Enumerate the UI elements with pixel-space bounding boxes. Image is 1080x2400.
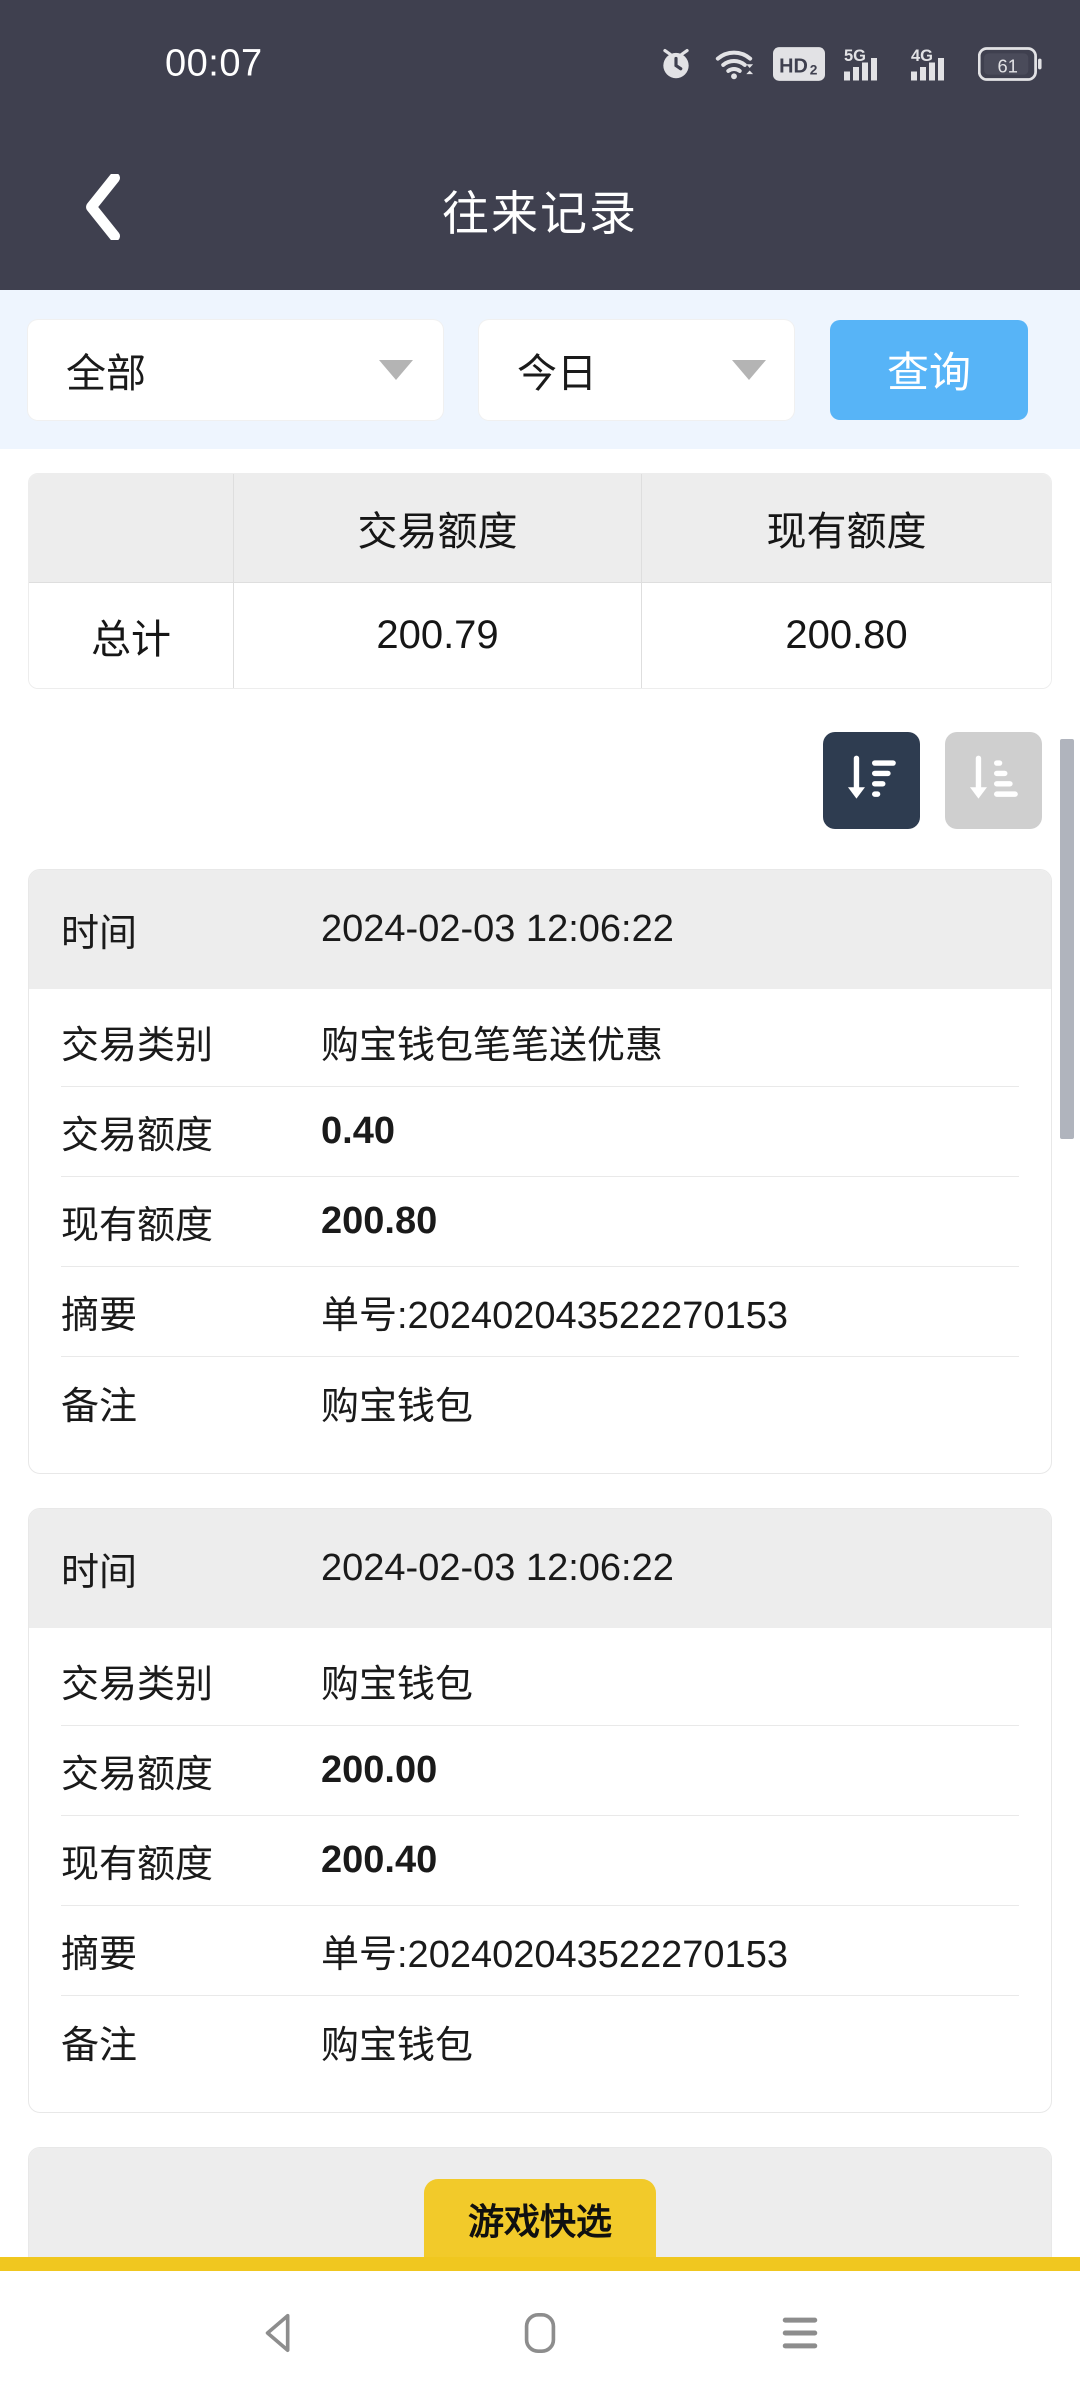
alarm-icon xyxy=(657,45,695,83)
summary-total-trade-amount: 200.79 xyxy=(234,582,642,688)
record-current-amount-value: 200.80 xyxy=(321,1200,438,1242)
wifi-icon xyxy=(714,45,754,83)
summary-total-current-amount: 200.80 xyxy=(642,582,1051,688)
sort-toolbar xyxy=(0,689,1080,829)
summary-header-trade-amount: 交易额度 xyxy=(234,474,642,582)
record-card[interactable]: 时间 2024-02-03 12:06:22 交易类别 购宝钱包 交易额度 20… xyxy=(28,1508,1052,2113)
record-trade-amount-value: 0.40 xyxy=(321,1110,395,1152)
record-remark-label: 备注 xyxy=(61,2024,138,2067)
status-bar-clock: 00:07 xyxy=(165,42,263,85)
filter-bar: 全部 今日 查询 xyxy=(0,290,1080,449)
battery-level-text: 61 xyxy=(998,55,1018,76)
record-trade-amount-label: 交易额度 xyxy=(61,1115,214,1157)
record-summary-row: 摘要 单号:202402043522270153 xyxy=(61,1267,1019,1357)
record-remark-row: 备注 购宝钱包 xyxy=(61,1996,1019,2086)
record-time-row: 时间 2024-02-03 12:06:22 xyxy=(29,1509,1051,1628)
record-time-value: 2024-02-03 12:06:22 xyxy=(321,908,674,950)
record-current-amount-value: 200.40 xyxy=(321,1839,438,1881)
page-title: 往来记录 xyxy=(442,186,638,240)
date-range-select[interactable]: 今日 xyxy=(479,319,794,420)
record-summary-row: 摘要 单号:202402043522270153 xyxy=(61,1906,1019,1996)
record-body: 交易类别 购宝钱包 交易额度 200.00 现有额度 200.40 摘要 单号:… xyxy=(29,1628,1051,2112)
nav-home-icon xyxy=(520,2310,560,2361)
nav-recents-icon xyxy=(777,2313,823,2358)
caret-down-icon xyxy=(732,359,766,380)
record-category-value: 购宝钱包 xyxy=(321,1664,474,1706)
record-remark-label: 备注 xyxy=(61,1385,138,1428)
record-current-amount-label: 现有额度 xyxy=(61,1844,214,1886)
back-button[interactable] xyxy=(68,172,138,245)
transaction-type-select[interactable]: 全部 xyxy=(28,319,443,420)
nav-back-icon xyxy=(257,2310,303,2361)
nav-back-button[interactable] xyxy=(225,2281,335,2391)
nav-home-button[interactable] xyxy=(485,2281,595,2391)
record-category-row: 交易类别 购宝钱包笔笔送优惠 xyxy=(61,997,1019,1087)
record-list: 时间 2024-02-03 12:06:22 交易类别 购宝钱包笔笔送优惠 交易… xyxy=(0,829,1080,2268)
sort-descending-button[interactable] xyxy=(823,732,920,829)
summary-table: 交易额度 现有额度 总计 200.79 200.80 xyxy=(28,473,1052,689)
record-trade-amount-row: 交易额度 0.40 xyxy=(61,1087,1019,1177)
game-accent-bar xyxy=(0,2257,1080,2271)
record-summary-label: 摘要 xyxy=(61,1934,138,1976)
signal-5g-icon: 5G xyxy=(844,45,892,83)
title-bar: 往来记录 xyxy=(0,128,1080,290)
svg-text:4G: 4G xyxy=(911,47,933,65)
record-category-row: 交易类别 购宝钱包 xyxy=(61,1636,1019,1726)
record-summary-label: 摘要 xyxy=(61,1295,138,1337)
record-time-label: 时间 xyxy=(61,1552,138,1594)
transaction-type-value: 全部 xyxy=(66,351,146,396)
caret-down-icon xyxy=(379,359,413,380)
record-category-value: 购宝钱包笔笔送优惠 xyxy=(321,1025,664,1067)
content-scroll-area[interactable]: 交易额度 现有额度 总计 200.79 200.80 时间 2024-02-03… xyxy=(0,449,1080,2271)
record-trade-amount-label: 交易额度 xyxy=(61,1754,214,1796)
summary-header-current-amount: 现有额度 xyxy=(766,510,927,554)
svg-text:HD: HD xyxy=(779,55,808,77)
record-summary-value: 单号:202402043522270153 xyxy=(321,1934,788,1976)
record-category-label: 交易类别 xyxy=(61,1025,214,1067)
status-bar: 00:07 HD 2 5G 4G 61 xyxy=(0,0,1080,128)
query-button[interactable]: 查询 xyxy=(830,319,1028,420)
record-time-row: 时间 2024-02-03 12:06:22 xyxy=(29,870,1051,989)
nav-recents-button[interactable] xyxy=(745,2281,855,2391)
record-time-label: 时间 xyxy=(61,913,138,955)
record-current-amount-label: 现有额度 xyxy=(61,1205,214,1247)
summary-table-header-row: 交易额度 现有额度 xyxy=(29,474,1051,582)
record-remark-value: 购宝钱包 xyxy=(321,2024,474,2067)
game-quick-select-bar: 游戏快选 xyxy=(0,2176,1080,2271)
sort-ascending-icon xyxy=(965,750,1023,811)
record-category-label: 交易类别 xyxy=(61,1664,214,1706)
battery-icon: 61 xyxy=(978,47,1042,81)
record-body: 交易类别 购宝钱包笔笔送优惠 交易额度 0.40 现有额度 200.80 摘要 … xyxy=(29,989,1051,1473)
date-range-value: 今日 xyxy=(517,351,597,396)
summary-header-blank xyxy=(29,474,234,582)
record-current-amount-row: 现有额度 200.80 xyxy=(61,1177,1019,1267)
svg-text:5G: 5G xyxy=(844,47,866,65)
status-bar-icons: HD 2 5G 4G 61 xyxy=(657,45,1042,83)
hd2-icon: HD 2 xyxy=(773,47,825,81)
chevron-left-icon xyxy=(81,172,125,245)
sort-ascending-button[interactable] xyxy=(945,732,1042,829)
record-remark-row: 备注 购宝钱包 xyxy=(61,1357,1019,1447)
record-current-amount-row: 现有额度 200.40 xyxy=(61,1816,1019,1906)
android-navigation-bar xyxy=(0,2271,1080,2400)
summary-table-total-row: 总计 200.79 200.80 xyxy=(29,582,1051,688)
record-remark-value: 购宝钱包 xyxy=(321,1385,474,1428)
vertical-scrollbar[interactable] xyxy=(1060,739,1074,1139)
record-card[interactable]: 时间 2024-02-03 12:06:22 交易类别 购宝钱包笔笔送优惠 交易… xyxy=(28,869,1052,1474)
sort-descending-icon xyxy=(843,750,901,811)
signal-4g-icon: 4G xyxy=(911,45,959,83)
record-summary-value: 单号:202402043522270153 xyxy=(321,1295,788,1337)
summary-total-label: 总计 xyxy=(29,582,234,688)
svg-text:2: 2 xyxy=(810,63,818,78)
record-time-value: 2024-02-03 12:06:22 xyxy=(321,1547,674,1589)
game-quick-select-tab[interactable]: 游戏快选 xyxy=(423,2179,657,2257)
record-trade-amount-row: 交易额度 200.00 xyxy=(61,1726,1019,1816)
record-trade-amount-value: 200.00 xyxy=(321,1749,438,1791)
